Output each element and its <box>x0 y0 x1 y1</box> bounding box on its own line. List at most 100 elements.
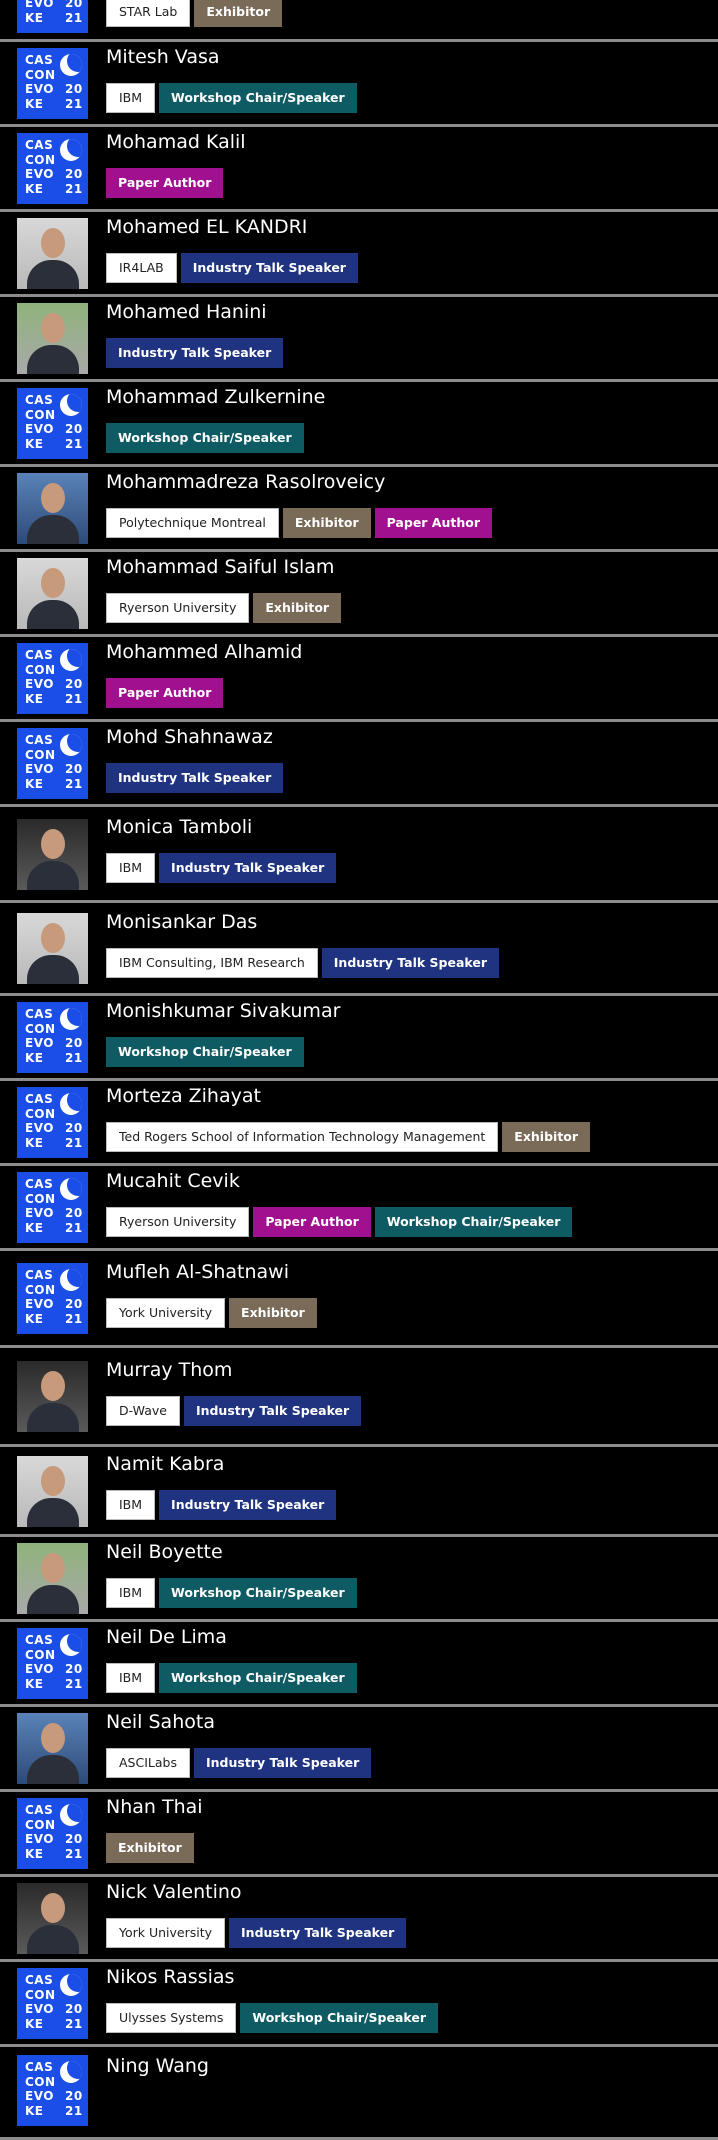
tag-list: IBM Industry Talk Speaker <box>106 1490 337 1520</box>
organization-tag[interactable]: IR4LAB <box>106 253 177 283</box>
industry-badge: Industry Talk Speaker <box>183 1396 362 1426</box>
logo-line: CON <box>25 2074 56 2089</box>
speaker-row[interactable]: CAS CON EVO 20 KE 21 Nhan Thai Exhibitor <box>0 1792 718 1877</box>
speaker-row[interactable]: CAS CON EVO 20 KE 21 Mohammed Alhamid Paper Aut… <box>0 637 718 722</box>
speaker-name[interactable]: Nikos Rassias <box>106 1966 234 1988</box>
speaker-row[interactable]: Mohamed EL KANDRI IR4LAB Industry Talk Spe… <box>0 212 718 297</box>
speaker-row[interactable]: Mohammadreza Rasolroveicy Polytechnique M… <box>0 467 718 552</box>
tag-list: Industry Talk Speaker <box>106 763 284 793</box>
logo-line: CON <box>25 407 56 422</box>
speaker-name[interactable]: Mohd Shahnawaz <box>106 726 273 748</box>
speaker-row[interactable]: CAS CON EVO 20 KE 21 Mitesh Vasa IBM Workshop Ch… <box>0 42 718 127</box>
speaker-name[interactable]: Mohamed EL KANDRI <box>106 216 307 238</box>
avatar-body <box>27 600 79 629</box>
avatar-head <box>41 1466 65 1496</box>
organization-tag[interactable]: STAR Lab <box>106 0 191 27</box>
speaker-row[interactable]: CAS CON EVO 20 KE 21 Monishkumar Sivakumar Work… <box>0 996 718 1081</box>
logo-line: EVO <box>25 1662 54 1676</box>
speaker-name[interactable]: Nick Valentino <box>106 1881 242 1903</box>
tag-list: IR4LAB Industry Talk Speaker <box>106 253 358 283</box>
speaker-name[interactable]: Mohammad Saiful Islam <box>106 556 334 578</box>
speaker-name[interactable]: Mufleh Al-Shatnawi <box>106 1261 289 1283</box>
paper-badge: Paper Author <box>253 1207 371 1237</box>
speaker-name[interactable]: Murray Thom <box>106 1359 232 1381</box>
industry-badge: Industry Talk Speaker <box>159 1490 337 1520</box>
speaker-row[interactable]: CAS CON EVO 20 KE 21 Ning Wang <box>0 2047 718 2140</box>
logo-line: EVO <box>25 762 54 776</box>
speaker-name[interactable]: Neil Boyette <box>106 1541 223 1563</box>
tag-list: Workshop Chair/Speaker <box>106 423 304 453</box>
speaker-name[interactable]: Morteza Zihayat <box>106 1085 261 1107</box>
speaker-name[interactable]: Mitesh Vasa <box>106 46 220 68</box>
speaker-row[interactable]: Monisankar Das IBM Consulting, IBM Resear… <box>0 903 718 996</box>
speaker-name[interactable]: Namit Kabra <box>106 1453 224 1475</box>
tag-list: Polytechnique Montreal Exhibitor Paper Aut… <box>106 508 493 538</box>
logo-text: CASCONEVO 20 KE 21 <box>25 648 82 706</box>
speaker-row[interactable]: Namit Kabra IBM Industry Talk Speaker <box>0 1447 718 1537</box>
speaker-row[interactable]: Neil Boyette IBM Workshop Chair/Speaker <box>0 1537 718 1622</box>
speaker-name[interactable]: Monishkumar Sivakumar <box>106 1000 340 1022</box>
speaker-row[interactable]: Murray Thom D-Wave Industry Talk Speaker <box>0 1348 718 1447</box>
speaker-row[interactable]: CAS CON EVO 20 KE 21 Mucahit Cevik Ryerson Univ… <box>0 1166 718 1251</box>
speaker-name[interactable]: Mohammadreza Rasolroveicy <box>106 471 385 493</box>
speaker-name[interactable]: Nhan Thai <box>106 1796 203 1818</box>
speaker-name[interactable]: Neil Sahota <box>106 1711 215 1733</box>
organization-tag[interactable]: IBM <box>106 1663 156 1693</box>
organization-tag[interactable]: Ted Rogers School of Information Technol… <box>106 1122 499 1152</box>
speaker-name[interactable]: Mucahit Cevik <box>106 1170 240 1192</box>
speaker-name[interactable]: Ning Wang <box>106 2055 209 2077</box>
speaker-row[interactable]: CAS CON EVO 20 KE 21 Morteza Zihayat Ted Rogers… <box>0 1081 718 1166</box>
speaker-row[interactable]: CAS CON EVO 20 KE 21 Mohamad Kalil Paper Author <box>0 127 718 212</box>
speaker-row[interactable]: Neil Sahota ASCILabs Industry Talk Speaker <box>0 1707 718 1792</box>
logo-year: 20 <box>65 82 83 96</box>
speaker-row[interactable]: Nick Valentino York University Industry Ta… <box>0 1877 718 1962</box>
organization-tag[interactable]: Ryerson University <box>106 1207 250 1237</box>
speaker-row[interactable]: CAS CON EVO 20 KE 21 Neil De Lima IBM Workshop C… <box>0 1622 718 1707</box>
logo-year: 20 <box>65 1206 83 1220</box>
avatar-head <box>41 1723 65 1753</box>
organization-tag[interactable]: Ryerson University <box>106 593 250 623</box>
logo-line: KE <box>25 2016 44 2031</box>
speaker-row[interactable]: CAS CON EVO 20 KE 21 Mufleh Al-Shatnawi York Un… <box>0 1251 718 1348</box>
speaker-row[interactable]: Mohammad Saiful Islam Ryerson University E… <box>0 552 718 637</box>
logo-line: EVO <box>25 1036 54 1050</box>
organization-tag[interactable]: D-Wave <box>106 1396 180 1426</box>
speaker-row[interactable]: CAS CON EVO 20 KE 21 Nikos Rassias Ulysses Syst… <box>0 1962 718 2047</box>
organization-tag[interactable]: IBM Consulting, IBM Research <box>106 948 318 978</box>
logo-year: 21 <box>65 1220 83 1235</box>
paper-badge: Paper Author <box>106 678 224 708</box>
organization-tag[interactable]: York University <box>106 1298 226 1328</box>
speaker-name[interactable]: Monica Tamboli <box>106 816 252 838</box>
organization-tag[interactable]: IBM <box>106 1490 156 1520</box>
organization-tag[interactable]: York University <box>106 1918 226 1948</box>
organization-tag[interactable]: ASCILabs <box>106 1748 190 1778</box>
organization-tag[interactable]: IBM <box>106 83 156 113</box>
moon-icon <box>60 1634 82 1656</box>
avatar-body <box>27 1403 79 1432</box>
moon-icon <box>60 54 82 76</box>
speaker-name[interactable]: Neil De Lima <box>106 1626 227 1648</box>
cascon-evoke-logo: CASCONEVO20KE21 <box>17 0 88 33</box>
speaker-name[interactable]: Mohammad Zulkernine <box>106 386 325 408</box>
speaker-name[interactable]: Mohamed Hanini <box>106 301 267 323</box>
logo-line: CON <box>25 1987 56 2002</box>
logo-text: CASCONEVO 20 KE 21 <box>25 138 82 196</box>
speaker-row[interactable]: CASCONEVO20KE21STAR LabExhibitor <box>0 0 718 42</box>
logo-year: 21 <box>65 691 83 706</box>
speaker-row[interactable]: Monica Tamboli IBM Industry Talk Speaker <box>0 807 718 903</box>
speaker-row[interactable]: Mohamed Hanini Industry Talk Speaker <box>0 297 718 382</box>
cascon-evoke-logo: CASCONEVO20KE21 <box>17 133 88 204</box>
organization-tag[interactable]: Polytechnique Montreal <box>106 508 279 538</box>
speaker-row[interactable]: CAS CON EVO 20 KE 21 Mohd Shahnawaz Industry Ta… <box>0 722 718 807</box>
speaker-name[interactable]: Monisankar Das <box>106 911 257 933</box>
organization-tag[interactable]: IBM <box>106 853 156 883</box>
speaker-name[interactable]: Mohammed Alhamid <box>106 641 302 663</box>
speaker-name[interactable]: Mohamad Kalil <box>106 131 246 153</box>
cascon-evoke-logo: CASCONEVO20KE21 <box>17 1628 88 1699</box>
logo-year: 20 <box>65 167 83 181</box>
organization-tag[interactable]: Ulysses Systems <box>106 2003 237 2033</box>
avatar-body <box>27 515 79 544</box>
speaker-row[interactable]: CAS CON EVO 20 KE 21 Mohammad Zulkernine Worksh… <box>0 382 718 467</box>
organization-tag[interactable]: IBM <box>106 1578 156 1608</box>
logo-line: CAS <box>25 1177 54 1191</box>
